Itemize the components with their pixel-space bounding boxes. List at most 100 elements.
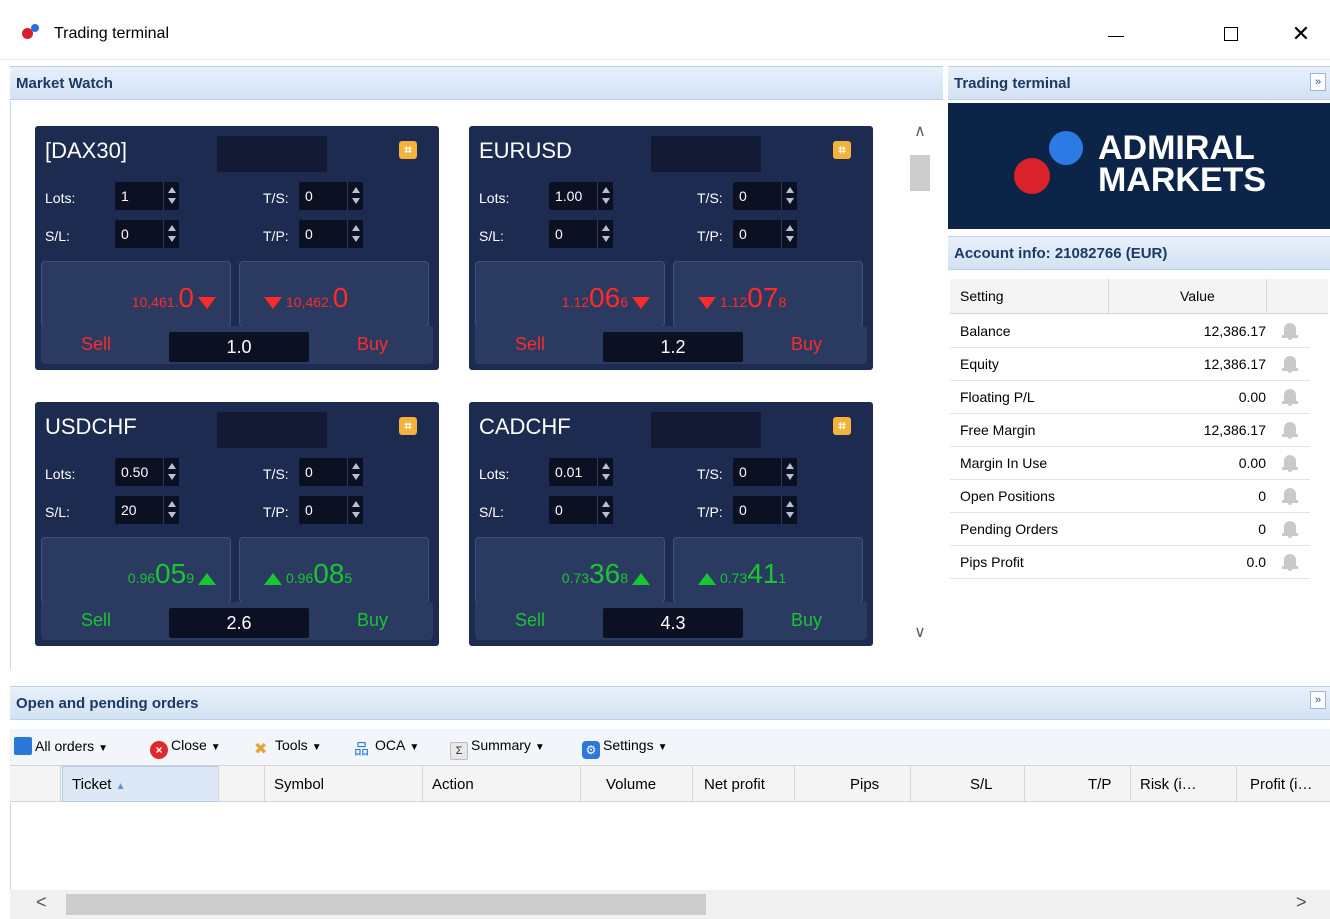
double-chevron-right-icon[interactable]: » bbox=[1310, 73, 1326, 91]
card-expand-icon[interactable]: ⌗ bbox=[833, 417, 851, 435]
sell-price-pips: 0 bbox=[178, 282, 194, 313]
sell-price-button[interactable]: 1.12066 bbox=[475, 261, 665, 327]
col-tp[interactable]: T/P bbox=[1088, 776, 1111, 793]
minimize-button[interactable] bbox=[1093, 14, 1139, 54]
sl-spinner[interactable] bbox=[163, 496, 179, 524]
ts-spinner[interactable] bbox=[347, 458, 363, 486]
sl-spinner[interactable] bbox=[597, 496, 613, 524]
bell-icon[interactable] bbox=[1282, 421, 1298, 439]
sl-input[interactable]: 20 bbox=[115, 496, 179, 524]
lots-spinner[interactable] bbox=[597, 182, 613, 210]
ts-label: T/S: bbox=[697, 466, 723, 482]
ts-spinner[interactable] bbox=[347, 182, 363, 210]
card-expand-icon[interactable]: ⌗ bbox=[399, 417, 417, 435]
tp-input[interactable]: 0 bbox=[733, 220, 797, 248]
tp-value: 0 bbox=[739, 226, 747, 242]
chevron-down-icon: ▼ bbox=[534, 742, 545, 753]
scroll-up-icon[interactable]: ∧ bbox=[906, 119, 934, 145]
double-chevron-down-icon[interactable]: » bbox=[1310, 691, 1326, 709]
tools-button[interactable]: ✖ Tools ▼ bbox=[254, 737, 322, 759]
col-value[interactable]: Value bbox=[1180, 288, 1215, 304]
col-risk[interactable]: Risk (i… bbox=[1140, 776, 1197, 793]
sl-input[interactable]: 0 bbox=[549, 220, 613, 248]
oca-button[interactable]: 品 OCA ▼ bbox=[354, 737, 419, 759]
horizontal-scroll-thumb[interactable] bbox=[66, 894, 706, 915]
lots-spinner[interactable] bbox=[163, 182, 179, 210]
sell-price-button[interactable]: 0.73368 bbox=[475, 537, 665, 603]
buy-price-button[interactable]: 0.96085 bbox=[239, 537, 429, 603]
tp-input[interactable]: 0 bbox=[733, 496, 797, 524]
sell-label[interactable]: Sell bbox=[81, 334, 111, 355]
sl-spinner[interactable] bbox=[597, 220, 613, 248]
bell-icon[interactable] bbox=[1282, 487, 1298, 505]
col-sl[interactable]: S/L bbox=[970, 776, 993, 793]
all-orders-button[interactable]: All orders ▼ bbox=[14, 737, 108, 755]
ts-input[interactable]: 0 bbox=[733, 458, 797, 486]
bell-icon[interactable] bbox=[1282, 553, 1298, 571]
col-action[interactable]: Action bbox=[432, 776, 474, 793]
buy-label[interactable]: Buy bbox=[357, 610, 388, 631]
ts-input[interactable]: 0 bbox=[299, 182, 363, 210]
buy-price-button[interactable]: 0.73411 bbox=[673, 537, 863, 603]
maximize-button[interactable] bbox=[1208, 14, 1254, 54]
tp-input[interactable]: 0 bbox=[299, 220, 363, 248]
buy-label[interactable]: Buy bbox=[357, 334, 388, 355]
bell-icon[interactable] bbox=[1282, 388, 1298, 406]
scroll-right-icon[interactable]: > bbox=[1296, 892, 1307, 913]
summary-button[interactable]: Σ Summary ▼ bbox=[450, 737, 545, 760]
lots-input[interactable]: 0.50 bbox=[115, 458, 179, 486]
sell-label[interactable]: Sell bbox=[515, 334, 545, 355]
sell-price-button[interactable]: 10,461.0 bbox=[41, 261, 231, 327]
sl-input[interactable]: 0 bbox=[115, 220, 179, 248]
lots-spinner[interactable] bbox=[163, 458, 179, 486]
col-ticket[interactable]: Ticket ▲ bbox=[72, 776, 126, 793]
sell-price-button[interactable]: 0.96059 bbox=[41, 537, 231, 603]
buy-price-button[interactable]: 10,462.0 bbox=[239, 261, 429, 327]
sell-label[interactable]: Sell bbox=[81, 610, 111, 631]
col-pips[interactable]: Pips bbox=[850, 776, 879, 793]
scroll-left-icon[interactable]: < bbox=[36, 892, 47, 913]
tp-spinner[interactable] bbox=[347, 220, 363, 248]
lots-spinner[interactable] bbox=[597, 458, 613, 486]
orders-horizontal-scrollbar[interactable]: < > bbox=[10, 890, 1330, 919]
scroll-down-icon[interactable]: ∨ bbox=[906, 620, 934, 646]
sl-input[interactable]: 0 bbox=[549, 496, 613, 524]
ts-spinner[interactable] bbox=[781, 458, 797, 486]
tp-spinner[interactable] bbox=[781, 496, 797, 524]
tp-spinner[interactable] bbox=[781, 220, 797, 248]
col-symbol[interactable]: Symbol bbox=[274, 776, 324, 793]
sell-label[interactable]: Sell bbox=[515, 610, 545, 631]
bell-icon[interactable] bbox=[1282, 520, 1298, 538]
close-orders-button[interactable]: × Close ▼ bbox=[150, 737, 221, 759]
chevron-down-icon: ▼ bbox=[311, 742, 322, 753]
tp-input[interactable]: 0 bbox=[299, 496, 363, 524]
bell-icon[interactable] bbox=[1282, 454, 1298, 472]
bell-icon[interactable] bbox=[1282, 322, 1298, 340]
buy-price-button[interactable]: 1.12078 bbox=[673, 261, 863, 327]
sl-spinner[interactable] bbox=[163, 220, 179, 248]
settings-button[interactable]: ⚙ Settings ▼ bbox=[582, 737, 668, 759]
card-expand-icon[interactable]: ⌗ bbox=[833, 141, 851, 159]
tp-value: 0 bbox=[305, 226, 313, 242]
ts-input[interactable]: 0 bbox=[299, 458, 363, 486]
col-net-profit[interactable]: Net profit bbox=[704, 776, 765, 793]
lots-input[interactable]: 0.01 bbox=[549, 458, 613, 486]
market-watch-scrollbar[interactable]: ∧ ∨ bbox=[906, 101, 934, 669]
scroll-thumb[interactable] bbox=[910, 155, 930, 191]
card-expand-icon[interactable]: ⌗ bbox=[399, 141, 417, 159]
col-volume[interactable]: Volume bbox=[606, 776, 656, 793]
terminal-panel-title: Trading terminal bbox=[954, 75, 1071, 92]
lots-input[interactable]: 1 bbox=[115, 182, 179, 210]
close-window-button[interactable]: ✕ bbox=[1278, 14, 1324, 54]
buy-label[interactable]: Buy bbox=[791, 610, 822, 631]
tp-spinner[interactable] bbox=[347, 496, 363, 524]
ts-input[interactable]: 0 bbox=[733, 182, 797, 210]
bell-icon[interactable] bbox=[1282, 355, 1298, 373]
col-setting[interactable]: Setting bbox=[960, 288, 1004, 304]
col-profit[interactable]: Profit (i… bbox=[1250, 776, 1313, 793]
lots-input[interactable]: 1.00 bbox=[549, 182, 613, 210]
ts-spinner[interactable] bbox=[781, 182, 797, 210]
card-footer: Sell 1.2 Buy bbox=[475, 326, 867, 364]
buy-label[interactable]: Buy bbox=[791, 334, 822, 355]
lots-label: Lots: bbox=[45, 466, 76, 482]
